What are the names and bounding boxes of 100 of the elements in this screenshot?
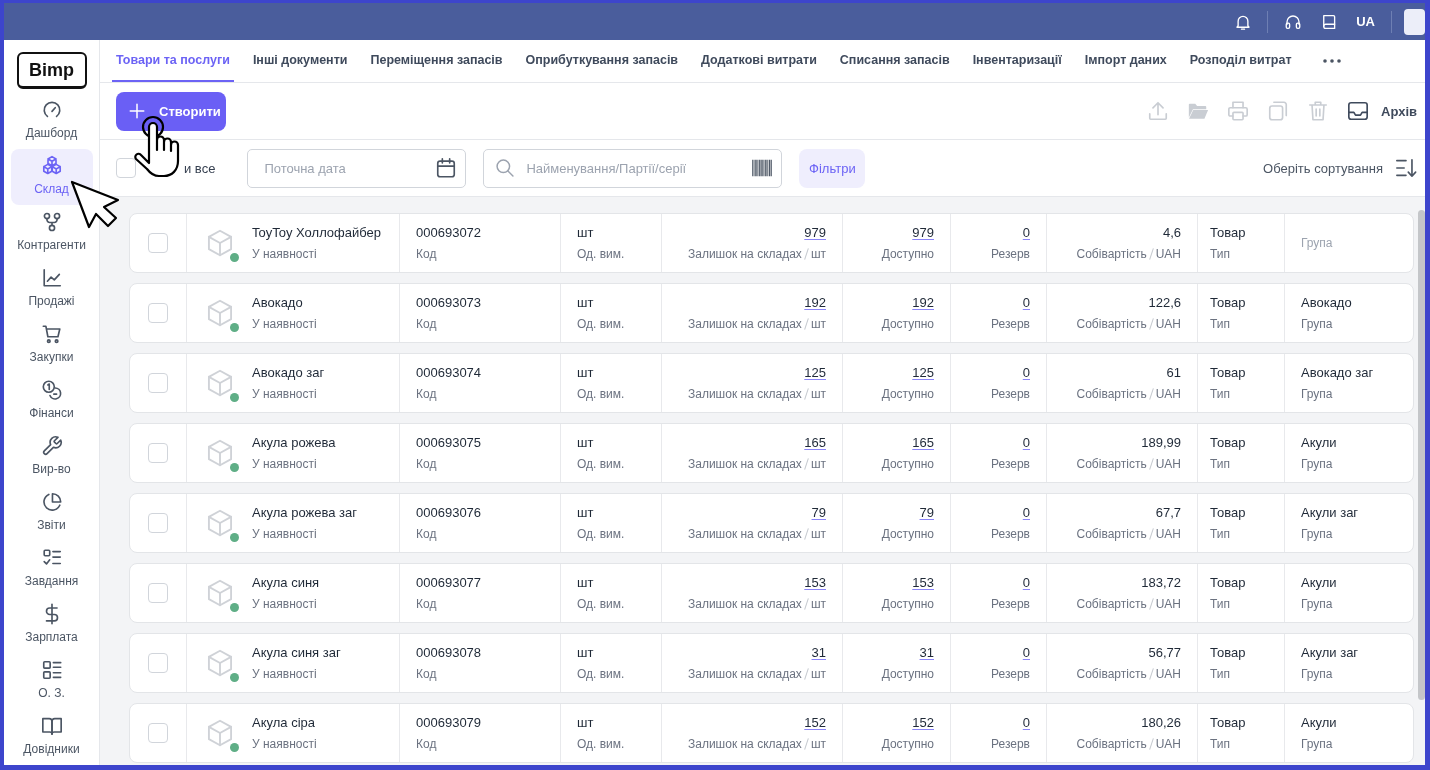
stock-quantity-link[interactable]: 165	[804, 434, 826, 451]
create-button[interactable]: Створити	[116, 91, 226, 131]
barcode-icon[interactable]	[751, 157, 774, 179]
group-label: Група	[1301, 235, 1333, 251]
type-label: Тип	[1210, 316, 1230, 332]
type-value: Товар	[1210, 644, 1246, 661]
tab[interactable]: Оприбуткування запасів	[521, 40, 683, 82]
stock-quantity-link[interactable]: 192	[804, 294, 826, 311]
available-quantity-link[interactable]: 165	[912, 434, 934, 451]
row-checkbox[interactable]	[148, 583, 168, 603]
product-row[interactable]: Акула сіра У наявності 000693079 Код шт Од. вим. 152 Залишок на складах шт 152 Доступно 0 Резерв 180,26 Собівартість UAH Товар Тип Акули Група	[129, 703, 1414, 763]
product-code: 000693072	[416, 224, 482, 241]
tab[interactable]: Інші документи	[248, 40, 352, 82]
row-checkbox[interactable]	[148, 303, 168, 323]
reserve-quantity-link[interactable]: 0	[1022, 504, 1030, 521]
avatar-placeholder[interactable]	[1404, 8, 1425, 35]
type-value: Товар	[1210, 364, 1246, 381]
row-checkbox[interactable]	[148, 513, 168, 533]
product-row[interactable]: Авокадо заг У наявності 000693074 Код шт Од. вим. 125 Залишок на складах шт 125 Доступно 0 Резерв 61 Собівартість UAH Товар Тип Авокадо заг Група	[129, 353, 1414, 413]
reserve-label: Резерв	[991, 456, 1030, 472]
tab[interactable]: Додаткові витрати	[697, 40, 821, 82]
product-row[interactable]: Акула рожева заг У наявності 000693076 Код шт Од. вим. 79 Залишок на складах шт 79 Доступно 0 Резерв 67,7 Собівартість UAH Товар Тип Акули заг Група	[129, 493, 1414, 553]
group-label: Група	[1301, 526, 1333, 542]
product-row[interactable]: ToyToy Холлофайбер У наявності 000693072 Код шт Од. вим. 979 Залишок на складах шт 979 Доступно 0 Резерв 4,6 Собівартість UAH Товар Тип Група	[129, 213, 1414, 273]
reserve-quantity-link[interactable]: 0	[1022, 364, 1030, 381]
unit-label: Од. вим.	[577, 666, 625, 682]
tab[interactable]: Товари та послуги	[112, 40, 234, 82]
headset-icon[interactable]	[1284, 12, 1303, 31]
row-checkbox[interactable]	[148, 653, 168, 673]
stock-label: Залишок на складах	[688, 596, 802, 612]
product-row[interactable]: Акула синя У наявності 000693077 Код шт Од. вим. 153 Залишок на складах шт 153 Доступно 0 Резерв 183,72 Собівартість UAH Товар Тип Акули Група	[129, 563, 1414, 623]
status-dot-icon	[230, 533, 239, 542]
stock-status: У наявності	[252, 386, 318, 402]
code-label: Код	[416, 456, 437, 472]
scrollbar-thumb[interactable]	[1418, 210, 1425, 700]
row-checkbox[interactable]	[148, 373, 168, 393]
stock-quantity-link[interactable]: 125	[804, 364, 826, 381]
cube-icon	[206, 719, 234, 747]
sidebar-item[interactable]: Дашборд	[10, 93, 93, 149]
available-quantity-link[interactable]: 125	[912, 364, 934, 381]
row-checkbox[interactable]	[148, 723, 168, 743]
stock-quantity-link[interactable]: 152	[804, 714, 826, 731]
sidebar-item[interactable]: Зарплата	[10, 597, 93, 653]
stock-quantity-link[interactable]: 979	[804, 224, 826, 241]
tab[interactable]: Імпорт даних	[1080, 40, 1171, 82]
sidebar-item[interactable]: Довідники	[10, 709, 93, 765]
filters-button[interactable]: Фільтри	[799, 148, 866, 188]
available-quantity-link[interactable]: 31	[919, 644, 934, 661]
cost-value: 61	[1166, 364, 1181, 381]
code-label: Код	[416, 526, 437, 542]
reserve-quantity-link[interactable]: 0	[1022, 294, 1030, 311]
available-label: Доступно	[881, 666, 934, 682]
stock-quantity-link[interactable]: 153	[804, 574, 826, 591]
product-row[interactable]: Авокадо У наявності 000693073 Код шт Од. вим. 192 Залишок на складах шт 192 Доступно 0 Резерв 122,6 Собівартість UAH Товар Тип Авокадо Група	[129, 283, 1414, 343]
sidebar-item[interactable]: Вир-во	[10, 429, 93, 485]
available-quantity-link[interactable]: 79	[919, 504, 934, 521]
tab[interactable]: Розподіл витрат	[1185, 40, 1296, 82]
reserve-quantity-link[interactable]: 0	[1022, 224, 1030, 241]
archive-button[interactable]: Архів	[1347, 100, 1417, 122]
tab[interactable]: Списання запасів	[835, 40, 954, 82]
search-field[interactable]: Найменування/Партії/серії	[483, 148, 783, 188]
stock-quantity-link[interactable]: 79	[811, 504, 826, 521]
language-code[interactable]: UA	[1356, 14, 1375, 29]
wrench-icon	[40, 435, 63, 457]
logo[interactable]: Bimp	[16, 52, 87, 89]
code-label: Код	[416, 316, 437, 332]
product-row[interactable]: Акула синя заг У наявності 000693078 Код шт Од. вим. 31 Залишок на складах шт 31 Доступно 0 Резерв 56,77 Собівартість UAH Товар Тип Акули заг Група	[129, 633, 1414, 693]
reserve-quantity-link[interactable]: 0	[1022, 644, 1030, 661]
group-label: Група	[1301, 386, 1333, 402]
sidebar-item[interactable]: О. З.	[10, 653, 93, 709]
sidebar-item[interactable]: Звіти	[10, 485, 93, 541]
available-quantity-link[interactable]: 192	[912, 294, 934, 311]
row-checkbox[interactable]	[148, 233, 168, 253]
stock-quantity-link[interactable]: 31	[811, 644, 826, 661]
unit-value: шт	[577, 364, 594, 381]
available-quantity-link[interactable]: 979	[912, 224, 934, 241]
calendar-icon[interactable]	[435, 157, 458, 179]
sidebar-item[interactable]: Закупки	[10, 317, 93, 373]
group-value: Акули	[1301, 574, 1337, 591]
cost-label: Собівартість	[1076, 526, 1147, 542]
sidebar-item[interactable]: Фінанси	[10, 373, 93, 429]
available-quantity-link[interactable]: 152	[912, 714, 934, 731]
select-all-checkbox[interactable]	[116, 158, 136, 178]
row-checkbox[interactable]	[148, 443, 168, 463]
more-icon[interactable]	[1322, 59, 1341, 63]
tab[interactable]: Інвентаризації	[968, 40, 1066, 82]
tab[interactable]: Переміщення запасів	[366, 40, 507, 82]
available-quantity-link[interactable]: 153	[912, 574, 934, 591]
sidebar-item[interactable]: Продажі	[10, 261, 93, 317]
sidebar-item[interactable]: Завдання	[10, 541, 93, 597]
stock-label: Залишок на складах	[688, 316, 802, 332]
product-row[interactable]: Акула рожева У наявності 000693075 Код шт Од. вим. 165 Залишок на складах шт 165 Доступно 0 Резерв 189,99 Собівартість UAH Товар Тип Акули Група	[129, 423, 1414, 483]
stock-label: Залишок на складах	[688, 526, 802, 542]
reserve-quantity-link[interactable]: 0	[1022, 574, 1030, 591]
stock-status: У наявності	[252, 666, 318, 682]
code-label: Код	[416, 246, 437, 262]
date-field[interactable]: Поточна дата	[247, 148, 467, 188]
reserve-quantity-link[interactable]: 0	[1022, 714, 1030, 731]
sort-button[interactable]: Оберіть сортування	[1263, 157, 1417, 179]
reserve-quantity-link[interactable]: 0	[1022, 434, 1030, 451]
